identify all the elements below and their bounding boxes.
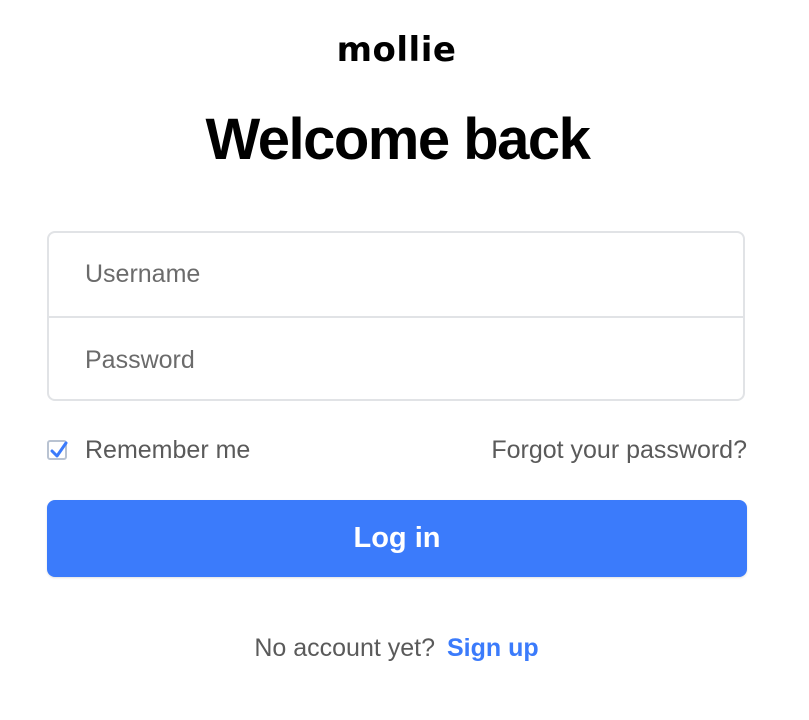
login-fields [47, 231, 745, 402]
remember-me-checkbox[interactable] [47, 440, 68, 460]
login-options: Remember me Forgot your password? [47, 430, 747, 470]
signup-row: No account yet? Sign up [0, 628, 793, 668]
forgot-password-link[interactable]: Forgot your password? [491, 430, 747, 470]
page-title: Welcome back [205, 107, 591, 172]
no-account-text: No account yet? [254, 634, 435, 662]
password-input[interactable] [49, 318, 743, 402]
sign-up-link[interactable]: Sign up [447, 634, 539, 662]
checkmark-icon [50, 441, 68, 458]
remember-me-label: Remember me [85, 435, 251, 464]
username-input[interactable] [49, 233, 743, 318]
remember-me-toggle[interactable]: Remember me [47, 430, 250, 470]
mollie-logo: mollie [336, 30, 457, 70]
login-button[interactable]: Log in [47, 500, 747, 577]
